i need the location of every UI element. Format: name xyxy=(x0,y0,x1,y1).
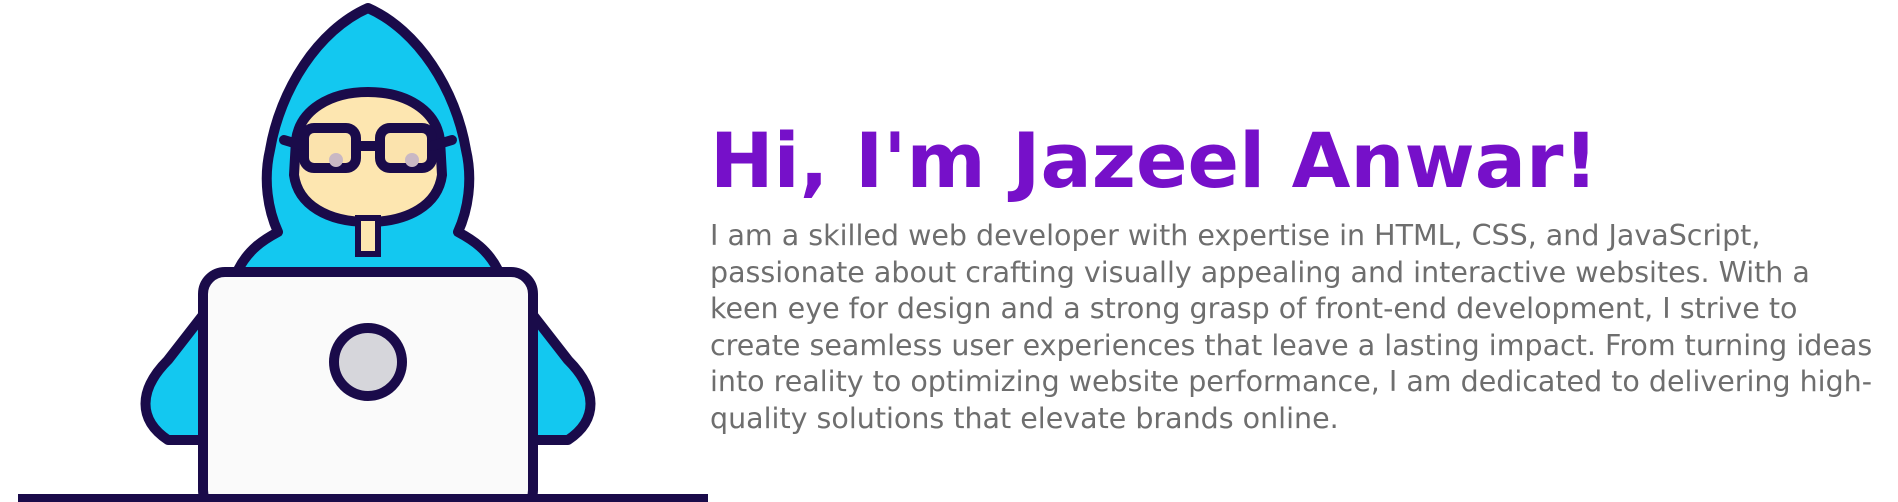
desk-line xyxy=(18,494,708,502)
developer-illustration xyxy=(18,0,708,502)
bio-paragraph: I am a skilled web developer with expert… xyxy=(710,219,1873,435)
intro-text-block: Hi, I'm Jazeel Anwar! I am a skilled web… xyxy=(710,116,1880,437)
hooded-developer-icon xyxy=(18,3,708,502)
page-title: Hi, I'm Jazeel Anwar! xyxy=(710,116,1599,205)
hero-section: Hi, I'm Jazeel Anwar! I am a skilled web… xyxy=(0,0,1898,502)
neck-strip xyxy=(355,215,381,257)
laptop-logo-icon xyxy=(329,323,407,401)
